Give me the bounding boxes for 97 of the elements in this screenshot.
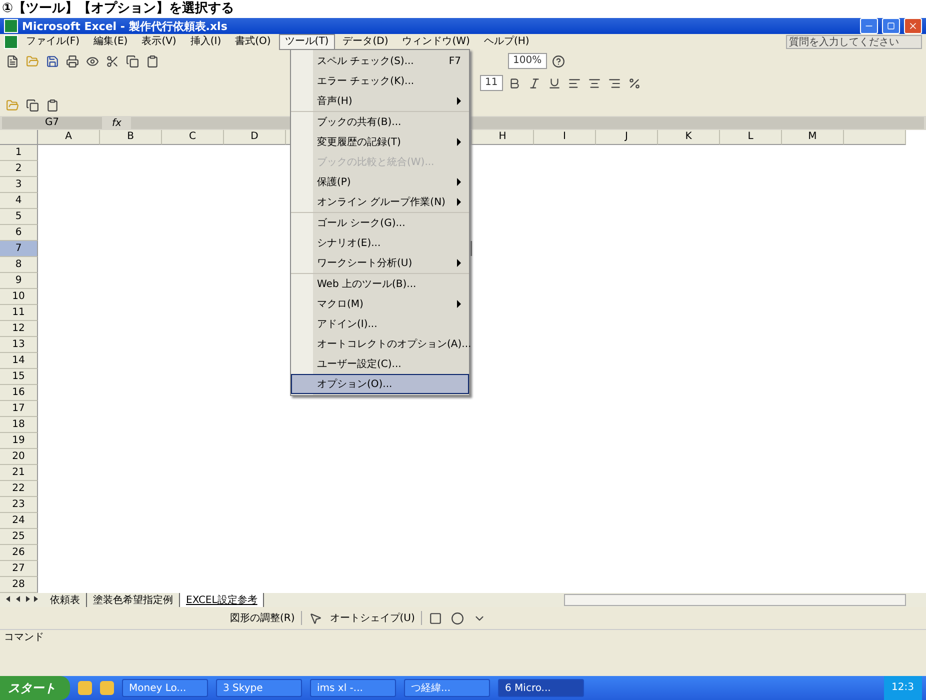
draw-menu[interactable]: 図形の調整(R) — [230, 611, 302, 625]
row-header[interactable]: 20 — [0, 449, 38, 465]
column-header[interactable]: A — [38, 130, 100, 145]
close-icon — [908, 21, 918, 31]
menu-item[interactable]: 表示(V) — [136, 34, 182, 50]
menu-item[interactable]: 挿入(I) — [184, 34, 228, 50]
rectangle-icon[interactable] — [428, 610, 444, 626]
row-header[interactable]: 17 — [0, 401, 38, 417]
printer-icon[interactable] — [64, 53, 80, 69]
cut-icon[interactable] — [104, 53, 120, 69]
row-header[interactable]: 12 — [0, 321, 38, 337]
row-header[interactable]: 16 — [0, 385, 38, 401]
window-title: Microsoft Excel - 製作代行依頼表.xls — [22, 18, 228, 34]
taskbar-task[interactable]: つ経緯... — [404, 679, 490, 697]
minimize-button[interactable] — [860, 18, 878, 34]
column-header[interactable]: L — [720, 130, 782, 145]
help-search-field[interactable]: 質問を入力してください — [786, 35, 922, 49]
sheet-tab[interactable]: EXCEL設定参考 — [180, 593, 264, 607]
column-header[interactable]: M — [782, 130, 844, 145]
start-button[interactable]: スタート — [0, 676, 70, 700]
menu-item[interactable]: ヘルプ(H) — [478, 34, 536, 50]
menu-item[interactable]: ウィンドウ(W) — [396, 34, 476, 50]
menu-entry[interactable]: ゴール シーク(G)... — [291, 212, 469, 233]
zoom-field[interactable]: 100% — [508, 53, 547, 69]
row-header[interactable]: 2 — [0, 161, 38, 177]
row-header[interactable]: 19 — [0, 433, 38, 449]
menu-entry[interactable]: 変更履歴の記録(T) — [291, 132, 469, 152]
menu-entry[interactable]: ワークシート分析(U) — [291, 253, 469, 273]
menu-entry[interactable]: エラー チェック(K)... — [291, 71, 469, 91]
oval-icon[interactable] — [450, 610, 466, 626]
row-header[interactable]: 14 — [0, 353, 38, 369]
row-header[interactable]: 7 — [0, 241, 38, 257]
row-header[interactable]: 5 — [0, 209, 38, 225]
autoshape-menu[interactable]: オートシェイプ(U) — [330, 611, 422, 625]
clock: 12:3 — [884, 676, 922, 700]
menu-item[interactable]: 編集(E) — [88, 34, 134, 50]
row-header[interactable]: 4 — [0, 193, 38, 209]
row-header[interactable]: 8 — [0, 257, 38, 273]
row-header[interactable]: 18 — [0, 417, 38, 433]
menu-entry[interactable]: アドイン(I)... — [291, 314, 469, 334]
menu-entry[interactable]: シナリオ(E)... — [291, 233, 469, 253]
column-header[interactable]: C — [162, 130, 224, 145]
menu-item[interactable]: データ(D) — [336, 34, 394, 50]
column-header[interactable]: I — [534, 130, 596, 145]
row-header[interactable]: 11 — [0, 305, 38, 321]
row-header[interactable]: 28 — [0, 577, 38, 593]
row-header[interactable]: 24 — [0, 513, 38, 529]
row-header[interactable]: 15 — [0, 369, 38, 385]
menu-entry[interactable]: マクロ(M) — [291, 294, 469, 314]
column-header[interactable]: J — [596, 130, 658, 145]
row-header[interactable]: 27 — [0, 561, 38, 577]
taskbar-task[interactable]: Money Lo... — [122, 679, 208, 697]
menu-item[interactable]: 書式(O) — [229, 34, 277, 50]
row-header[interactable]: 21 — [0, 465, 38, 481]
menu-entry[interactable]: 保護(P) — [291, 172, 469, 192]
taskbar-task[interactable]: ims xl -... — [310, 679, 396, 697]
copy-icon[interactable] — [124, 53, 140, 69]
menu-entry[interactable]: スペル チェック(S)... F7 — [291, 51, 469, 71]
menu-entry[interactable]: Web 上のツール(B)... — [291, 273, 469, 294]
column-header[interactable]: D — [224, 130, 286, 145]
row-header[interactable]: 26 — [0, 545, 38, 561]
column-header[interactable]: B — [100, 130, 162, 145]
menu-item[interactable]: ツール(T) — [278, 34, 335, 50]
status-text: コマンド — [0, 629, 926, 646]
row-header[interactable]: 13 — [0, 337, 38, 353]
taskbar-task[interactable]: 6 Micro... — [498, 679, 584, 697]
help-icon[interactable] — [550, 53, 567, 69]
column-header[interactable]: H — [472, 130, 534, 145]
menu-entry[interactable]: オプション(O)... — [291, 374, 469, 394]
workbook-icon[interactable] — [4, 35, 18, 49]
row-header[interactable]: 23 — [0, 497, 38, 513]
copy-icon[interactable] — [24, 97, 40, 113]
horizontal-scrollbar[interactable] — [564, 594, 906, 606]
menu-entry[interactable]: オートコレクトのオプション(A)... — [291, 334, 469, 354]
spreadsheet-app-icon — [4, 19, 18, 33]
maximize-icon — [887, 22, 895, 30]
font-size-field[interactable]: 11 — [480, 75, 503, 91]
menu-entry[interactable]: ユーザー設定(C)... — [291, 354, 469, 374]
menu-entry[interactable]: オンライン グループ作業(N) — [291, 192, 469, 212]
row-header[interactable]: 25 — [0, 529, 38, 545]
row-header[interactable]: 6 — [0, 225, 38, 241]
menu-entry[interactable]: ブックの共有(B)... — [291, 111, 469, 132]
function-label[interactable]: fx — [106, 118, 128, 128]
save-icon[interactable] — [44, 53, 60, 69]
name-box[interactable]: G7 — [2, 117, 102, 129]
row-header[interactable]: 3 — [0, 177, 38, 193]
column-header[interactable]: K — [658, 130, 720, 145]
instruction-caption: ①【ツール】【オプション】を選択する — [1, 0, 236, 18]
row-header[interactable]: 10 — [0, 289, 38, 305]
row-header[interactable]: 22 — [0, 481, 38, 497]
close-button[interactable] — [904, 18, 922, 34]
row-header[interactable]: 1 — [0, 145, 38, 161]
menu-entry[interactable]: 音声(H) — [291, 91, 469, 111]
taskbar-task[interactable]: 3 Skype — [216, 679, 302, 697]
row-header[interactable]: 9 — [0, 273, 38, 289]
menu-item[interactable]: ファイル(F) — [20, 34, 86, 50]
maximize-button[interactable] — [882, 18, 900, 34]
